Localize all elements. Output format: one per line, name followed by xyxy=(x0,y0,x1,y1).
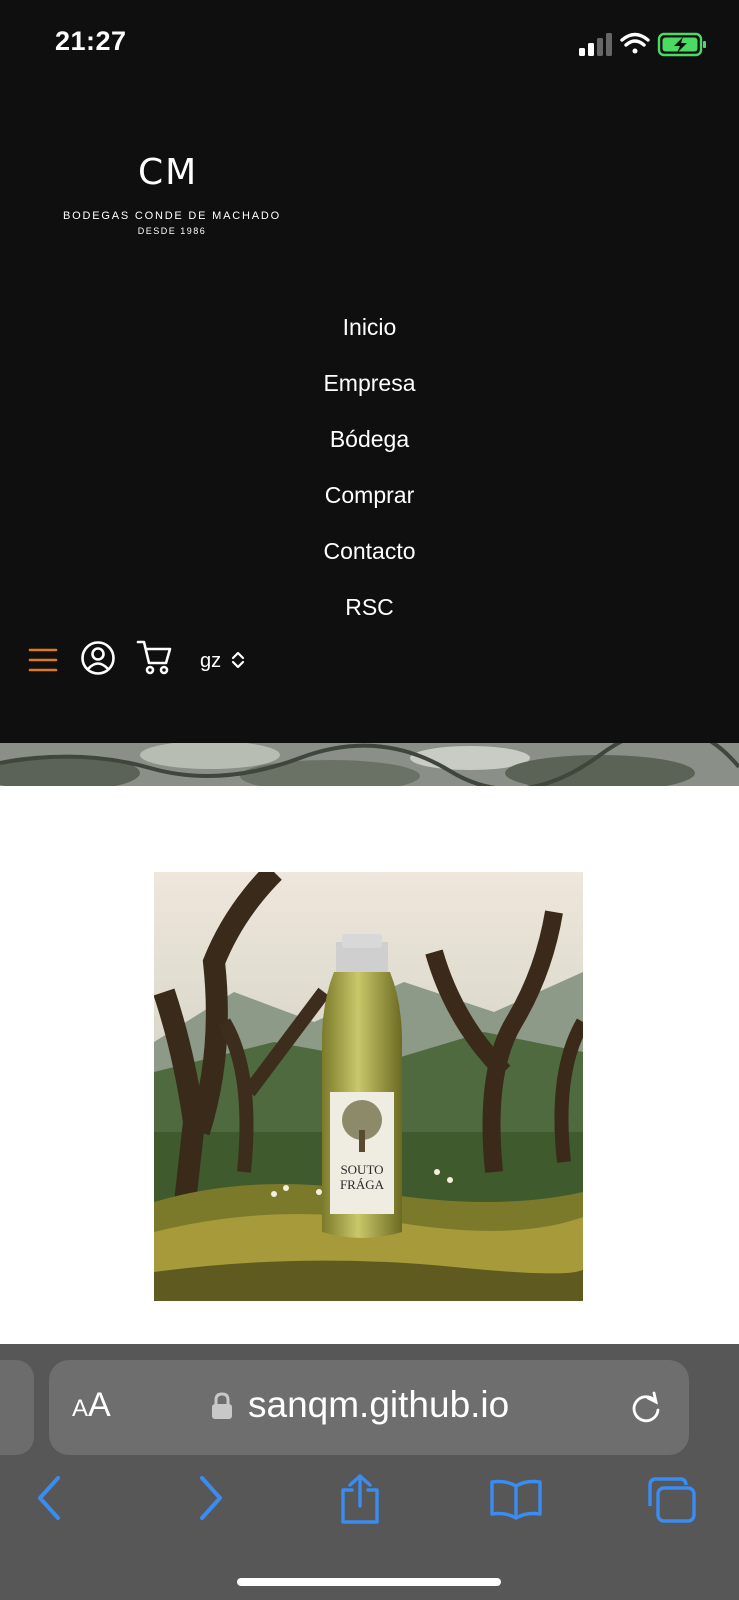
text-size-button[interactable]: AA xyxy=(72,1386,111,1425)
status-icons xyxy=(579,30,709,60)
forward-icon[interactable] xyxy=(194,1474,226,1527)
hero-banner-strip xyxy=(0,743,739,786)
wifi-icon xyxy=(620,32,650,54)
home-indicator[interactable] xyxy=(237,1578,501,1586)
product-image[interactable]: SOUTO FRÁGA xyxy=(154,872,583,1301)
nav-item-comprar[interactable]: Comprar xyxy=(0,476,739,532)
menu-icon[interactable] xyxy=(28,646,58,679)
previous-tab-peek[interactable] xyxy=(0,1360,34,1455)
reload-icon[interactable] xyxy=(628,1390,664,1431)
url-text[interactable]: sanqm.github.io xyxy=(248,1384,509,1426)
nav-item-rsc[interactable]: RSC xyxy=(0,588,739,644)
updown-chevron-icon xyxy=(227,650,245,672)
user-icon[interactable] xyxy=(80,640,116,681)
status-time: 21:27 xyxy=(55,26,127,56)
cart-icon[interactable] xyxy=(136,639,172,682)
nav-item-bodega[interactable]: Bódega xyxy=(0,420,739,476)
share-icon[interactable] xyxy=(337,1474,383,1529)
signal-icon xyxy=(579,33,612,56)
nav-item-empresa[interactable]: Empresa xyxy=(0,364,739,420)
nav-item-inicio[interactable]: Inicio xyxy=(0,308,739,364)
tabs-icon[interactable] xyxy=(646,1476,698,1529)
nav-item-contacto[interactable]: Contacto xyxy=(0,532,739,588)
language-value: gz xyxy=(200,650,222,672)
main-nav: Inicio Empresa Bódega Comprar Contacto R… xyxy=(0,308,739,644)
back-icon[interactable] xyxy=(34,1474,66,1527)
bottle-label-line1: SOUTO xyxy=(340,1162,383,1177)
battery-icon xyxy=(657,32,706,57)
bookmarks-icon[interactable] xyxy=(488,1478,544,1525)
logo-mark[interactable]: CM xyxy=(138,152,198,193)
logo-name: BODEGAS CONDE DE MACHADO xyxy=(62,210,281,222)
lock-icon xyxy=(210,1392,234,1425)
logo-since: DESDE 1986 xyxy=(137,226,207,236)
language-select[interactable]: gz xyxy=(200,650,245,673)
bottle-label-line2: FRÁGA xyxy=(340,1177,385,1192)
